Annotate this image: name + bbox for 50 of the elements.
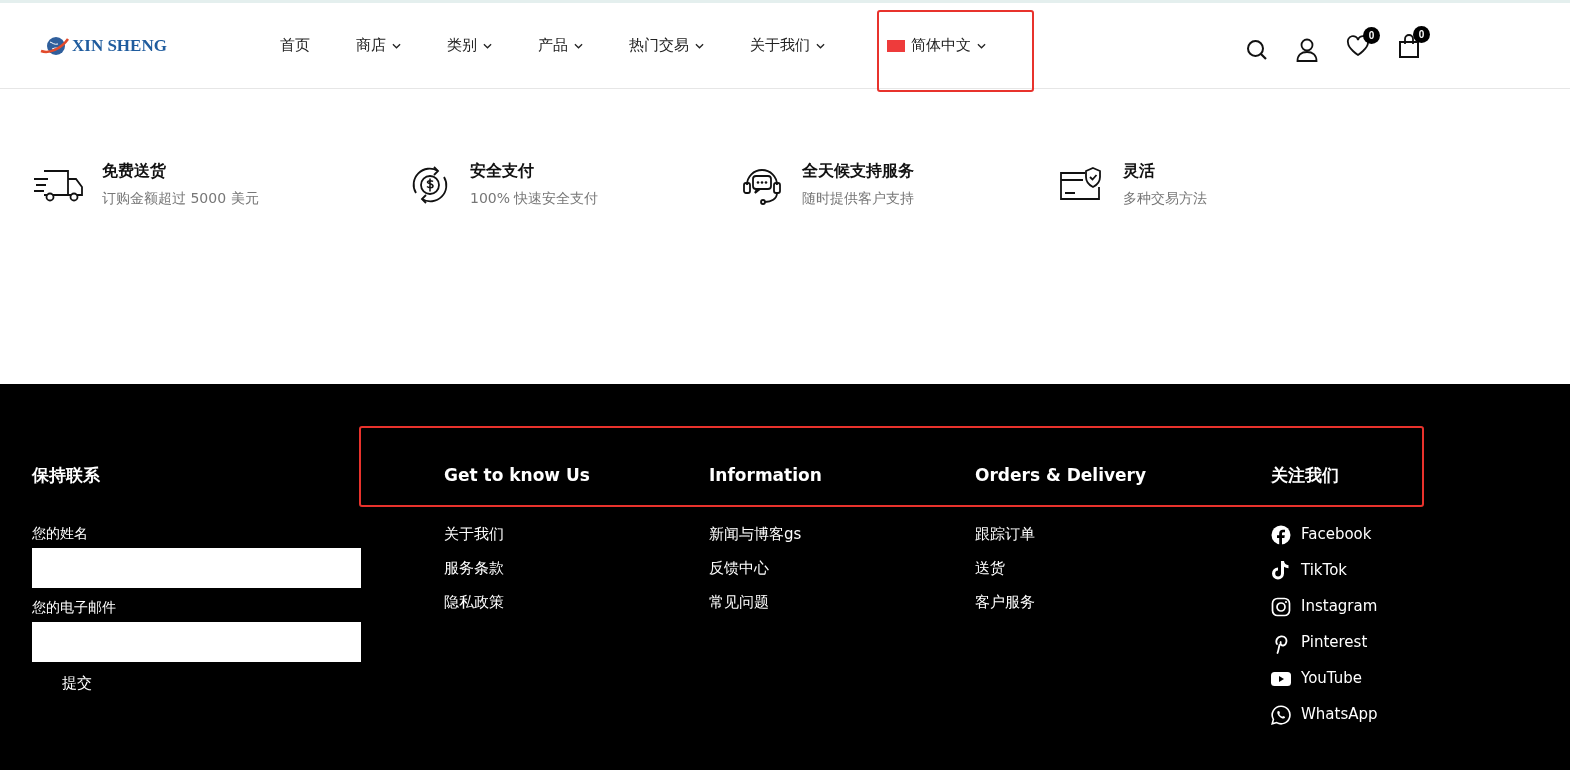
nav-item[interactable]: 关于我们 <box>750 36 825 55</box>
feature-subtitle: 随时提供客户支持 <box>802 190 914 208</box>
feature-title: 安全支付 <box>470 161 535 182</box>
nav-item[interactable]: 产品 <box>538 36 583 55</box>
instagram-icon <box>1271 597 1291 617</box>
footer-heading: Orders & Delivery <box>975 464 1148 486</box>
input-field[interactable] <box>32 622 361 662</box>
tiktok-icon <box>1271 560 1291 582</box>
footer-heading: 关注我们 <box>1271 464 1340 486</box>
submit-button[interactable]: 提交 <box>32 666 122 701</box>
footer-heading: Information <box>709 464 823 486</box>
social-link[interactable]: YouTube <box>1301 668 1362 688</box>
social-link[interactable]: WhatsApp <box>1301 704 1378 724</box>
logo-text[interactable]: XIN SHENG <box>72 35 167 56</box>
input-field[interactable] <box>32 548 361 588</box>
footer-link[interactable]: 服务条款 <box>444 558 504 578</box>
nav-item[interactable]: 热门交易 <box>629 36 704 55</box>
social-link[interactable]: Instagram <box>1301 596 1378 616</box>
nav-item[interactable]: 商店 <box>356 36 401 55</box>
feature-subtitle: 多种交易方法 <box>1123 190 1207 208</box>
field-label: 您的电子邮件 <box>32 598 117 616</box>
footer-link[interactable]: 客户服务 <box>975 592 1035 612</box>
nav-item[interactable]: 类别 <box>447 36 492 55</box>
china-flag-icon <box>887 39 905 52</box>
feature-subtitle: 订购金额超过 5000 美元 <box>102 190 259 208</box>
footer-link[interactable]: 新闻与博客gs <box>709 524 802 544</box>
wishlist-count: 0 <box>1363 26 1380 44</box>
facebook-icon <box>1271 525 1291 545</box>
footer-heading: 保持联系 <box>32 464 101 486</box>
nav-item[interactable]: 首页 <box>280 36 310 55</box>
footer-heading: Get to know Us <box>444 464 591 486</box>
feature-title: 灵活 <box>1123 161 1156 182</box>
caret-icon <box>977 42 986 49</box>
language-selector[interactable]: 简体中文 <box>887 36 986 55</box>
footer-link[interactable]: 常见问题 <box>709 592 769 612</box>
footer-link[interactable]: 反馈中心 <box>709 558 769 578</box>
field-label: 您的姓名 <box>32 524 89 542</box>
whatsapp-icon <box>1271 705 1291 725</box>
feature-subtitle: 100% 快速安全支付 <box>470 190 599 208</box>
footer-link[interactable]: 关于我们 <box>444 524 504 544</box>
social-link[interactable]: Facebook <box>1301 524 1372 544</box>
social-link[interactable]: TikTok <box>1301 560 1348 580</box>
footer-link[interactable]: 跟踪订单 <box>975 524 1035 544</box>
cart-count: 0 <box>1413 25 1430 43</box>
social-link[interactable]: Pinterest <box>1301 632 1368 652</box>
footer-link[interactable]: 送货 <box>975 558 1005 578</box>
feature-title: 全天候支持服务 <box>802 161 914 182</box>
footer-link[interactable]: 隐私政策 <box>444 592 504 612</box>
youtube-icon <box>1271 671 1291 687</box>
feature-title: 免费送货 <box>102 161 167 182</box>
